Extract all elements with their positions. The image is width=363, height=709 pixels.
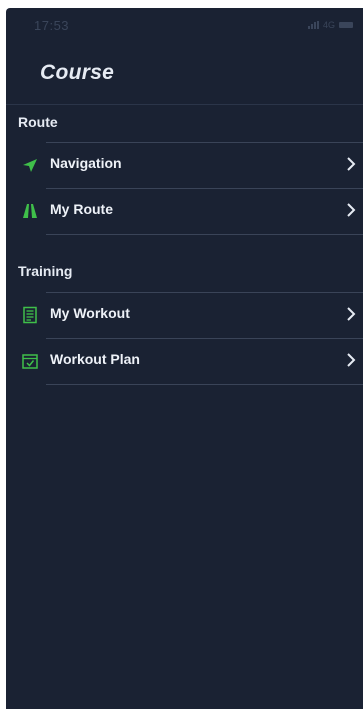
menu-item-label: My Workout	[50, 305, 130, 321]
chevron-right-icon	[347, 203, 356, 217]
chevron-right-icon	[347, 307, 356, 321]
status-time: 17:53	[34, 18, 70, 33]
menu-item-my-workout[interactable]: My Workout	[6, 292, 363, 338]
network-type: 4G	[322, 20, 335, 30]
row-divider	[46, 142, 363, 143]
chevron-right-icon	[347, 157, 356, 171]
section-header-route: Route	[6, 104, 363, 143]
row-divider	[46, 292, 363, 293]
workout-list-icon	[23, 306, 37, 324]
group-divider	[46, 384, 363, 385]
page-title: Course	[40, 61, 115, 84]
section-header-training: Training	[6, 254, 363, 292]
signal-icon	[307, 21, 319, 29]
menu-item-my-route[interactable]: My Route	[6, 188, 363, 234]
status-indicators: 4G	[307, 20, 353, 30]
group-divider	[46, 234, 363, 235]
calendar-check-icon	[22, 354, 38, 369]
menu-item-navigation[interactable]: Navigation	[6, 142, 363, 188]
row-divider	[46, 188, 363, 189]
section-label: Route	[18, 114, 58, 130]
navigation-arrow-icon	[23, 159, 37, 172]
chevron-right-icon	[347, 353, 356, 367]
menu-item-label: Workout Plan	[50, 351, 140, 367]
menu-item-workout-plan[interactable]: Workout Plan	[6, 338, 363, 384]
row-divider	[46, 338, 363, 339]
menu-item-label: Navigation	[50, 155, 122, 171]
route-road-icon	[23, 204, 37, 218]
battery-icon	[339, 22, 353, 28]
status-bar: 17:53 4G	[6, 8, 363, 52]
menu-item-label: My Route	[50, 201, 113, 217]
app-screen: 17:53 4G Course Route Navigation My Rout…	[6, 8, 363, 709]
section-label: Training	[18, 263, 73, 279]
